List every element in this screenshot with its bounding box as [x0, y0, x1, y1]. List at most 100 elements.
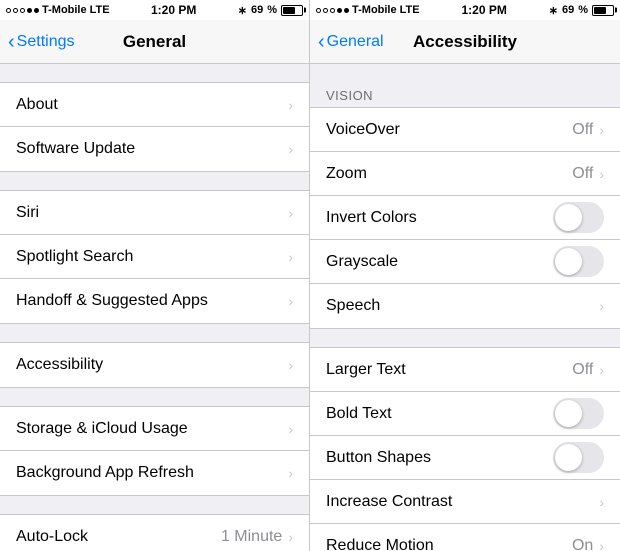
- siri-label: Siri: [16, 204, 288, 222]
- list-item[interactable]: Zoom Off ›: [310, 152, 620, 196]
- list-item[interactable]: Storage & iCloud Usage ›: [0, 407, 309, 451]
- left-back-button[interactable]: ‹ Settings: [8, 32, 74, 52]
- list-item[interactable]: Siri ›: [0, 191, 309, 235]
- network-label: LTE: [400, 4, 420, 16]
- list-item[interactable]: Reduce Motion On ›: [310, 524, 620, 551]
- chevron-right-icon: ›: [288, 357, 293, 373]
- accessibility-row[interactable]: Accessibility ›: [0, 343, 309, 387]
- right-status-bar: T-Mobile LTE 1:20 PM ∗ 69%: [310, 0, 620, 20]
- list-item[interactable]: Spotlight Search ›: [0, 235, 309, 279]
- vision-section-header: VISION: [310, 82, 620, 107]
- chevron-right-icon: ›: [288, 465, 293, 481]
- increase-contrast-label: Increase Contrast: [326, 493, 599, 511]
- toggle-knob: [555, 248, 582, 275]
- storage-label: Storage & iCloud Usage: [16, 420, 288, 438]
- signal-icon: [316, 8, 349, 13]
- chevron-left-icon: ‹: [8, 32, 15, 52]
- chevron-right-icon: ›: [599, 122, 604, 138]
- voiceover-value: Off: [572, 121, 593, 139]
- list-item[interactable]: Invert Colors: [310, 196, 620, 240]
- right-gap1: [310, 64, 620, 82]
- grayscale-label: Grayscale: [326, 253, 553, 271]
- signal-icon: [6, 8, 39, 13]
- list-item[interactable]: Button Shapes: [310, 436, 620, 480]
- chevron-right-icon: ›: [288, 205, 293, 221]
- list-item[interactable]: About ›: [0, 83, 309, 127]
- right-nav-bar: ‹ General Accessibility: [310, 20, 620, 64]
- background-refresh-label: Background App Refresh: [16, 464, 288, 482]
- time-label: 1:20 PM: [461, 3, 506, 17]
- list-item[interactable]: Speech ›: [310, 284, 620, 328]
- bold-text-toggle[interactable]: [553, 398, 604, 429]
- list-item[interactable]: Background App Refresh ›: [0, 451, 309, 495]
- list-item[interactable]: Handoff & Suggested Apps ›: [0, 279, 309, 323]
- left-panel: T-Mobile LTE 1:20 PM ∗ 69% ‹ Settings Ge…: [0, 0, 310, 551]
- list-item[interactable]: Software Update ›: [0, 127, 309, 171]
- chevron-right-icon: ›: [288, 141, 293, 157]
- carrier-label: T-Mobile: [42, 4, 87, 16]
- battery-percent: 69: [251, 4, 263, 16]
- chevron-right-icon: ›: [288, 421, 293, 437]
- battery-fill: [283, 7, 295, 14]
- right-gap2: [310, 329, 620, 347]
- zoom-value: Off: [572, 165, 593, 183]
- chevron-left-icon: ‹: [318, 32, 325, 52]
- chevron-right-icon: ›: [288, 293, 293, 309]
- bluetooth-icon: ∗: [549, 4, 558, 17]
- handoff-label: Handoff & Suggested Apps: [16, 292, 288, 310]
- larger-text-value: Off: [572, 361, 593, 379]
- left-group-4: Storage & iCloud Usage › Background App …: [0, 406, 309, 496]
- left-status-bar: T-Mobile LTE 1:20 PM ∗ 69%: [0, 0, 309, 20]
- reduce-motion-label: Reduce Motion: [326, 537, 572, 551]
- chevron-right-icon: ›: [599, 362, 604, 378]
- bold-text-label: Bold Text: [326, 405, 553, 423]
- list-item[interactable]: Bold Text: [310, 392, 620, 436]
- reduce-motion-value: On: [572, 537, 593, 551]
- button-shapes-toggle[interactable]: [553, 442, 604, 473]
- battery-fill: [594, 7, 606, 14]
- network-label: LTE: [90, 4, 110, 16]
- left-back-label: Settings: [17, 33, 75, 51]
- right-back-label: General: [327, 33, 384, 51]
- accessibility-label: Accessibility: [16, 356, 288, 374]
- left-content: About › Software Update › Siri › Spotlig…: [0, 64, 309, 551]
- right-group-vision: VoiceOver Off › Zoom Off › Invert Colors…: [310, 107, 620, 329]
- gap4: [0, 388, 309, 406]
- spotlight-search-label: Spotlight Search: [16, 248, 288, 266]
- battery-icon: [281, 5, 303, 16]
- speech-label: Speech: [326, 297, 599, 315]
- right-back-button[interactable]: ‹ General: [318, 32, 384, 52]
- chevron-right-icon: ›: [288, 97, 293, 113]
- left-nav-title: General: [123, 32, 186, 52]
- zoom-label: Zoom: [326, 165, 572, 183]
- chevron-right-icon: ›: [288, 249, 293, 265]
- chevron-right-icon: ›: [599, 494, 604, 510]
- larger-text-label: Larger Text: [326, 361, 572, 379]
- battery-icon: [592, 5, 614, 16]
- gap5: [0, 496, 309, 514]
- list-item[interactable]: Auto-Lock 1 Minute ›: [0, 515, 309, 551]
- toggle-knob: [555, 444, 582, 471]
- toggle-knob: [555, 204, 582, 231]
- gap2: [0, 172, 309, 190]
- autolock-label: Auto-Lock: [16, 528, 221, 546]
- grayscale-toggle[interactable]: [553, 246, 604, 277]
- right-content: VISION VoiceOver Off › Zoom Off › Invert…: [310, 64, 620, 551]
- autolock-value: 1 Minute: [221, 528, 282, 546]
- left-group-3: Accessibility ›: [0, 342, 309, 388]
- list-item[interactable]: Larger Text Off ›: [310, 348, 620, 392]
- chevron-right-icon: ›: [599, 166, 604, 182]
- time-label: 1:20 PM: [151, 3, 196, 17]
- list-item[interactable]: Grayscale: [310, 240, 620, 284]
- left-group-1: About › Software Update ›: [0, 82, 309, 172]
- left-group-5: Auto-Lock 1 Minute › Restrictions ›: [0, 514, 309, 551]
- voiceover-label: VoiceOver: [326, 121, 572, 139]
- right-panel: T-Mobile LTE 1:20 PM ∗ 69% ‹ General Acc…: [310, 0, 620, 551]
- chevron-right-icon: ›: [599, 538, 604, 551]
- list-item[interactable]: VoiceOver Off ›: [310, 108, 620, 152]
- battery-percent: 69: [562, 4, 574, 16]
- bluetooth-icon: ∗: [238, 4, 247, 17]
- invert-colors-toggle[interactable]: [553, 202, 604, 233]
- invert-colors-label: Invert Colors: [326, 209, 553, 227]
- list-item[interactable]: Increase Contrast ›: [310, 480, 620, 524]
